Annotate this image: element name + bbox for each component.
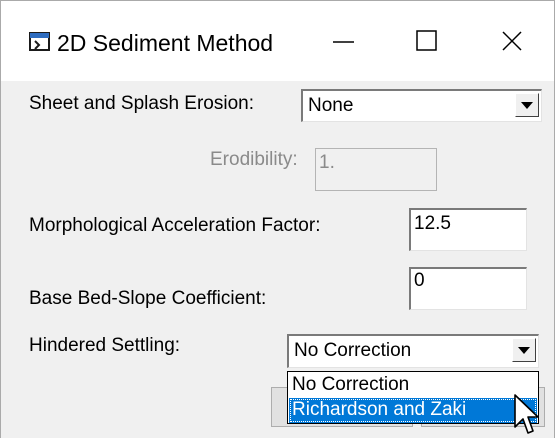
minimize-icon — [333, 41, 354, 43]
sheet-splash-erosion-dropdown[interactable]: None — [301, 89, 542, 122]
morph-accel-factor-field[interactable]: 12.5 — [409, 208, 527, 251]
hindered-settling-dropdown[interactable]: No Correction — [287, 334, 539, 368]
option-no-correction[interactable]: No Correction — [289, 373, 537, 398]
chevron-down-icon — [518, 347, 530, 354]
dialog-window: 2D Sediment Method Sheet and Splash Eros… — [0, 0, 555, 438]
app-window-icon — [29, 32, 51, 52]
title-bar[interactable]: 2D Sediment Method — [1, 1, 554, 81]
window-title: 2D Sediment Method — [57, 30, 274, 56]
chevron-down-icon — [521, 102, 533, 109]
dropdown-arrow-button[interactable] — [515, 93, 539, 117]
bed-slope-coefficient-field[interactable]: 0 — [409, 267, 527, 310]
option-richardson-and-zaki[interactable]: Richardson and Zaki — [289, 398, 537, 423]
morph-accel-factor-label: Morphological Acceleration Factor: — [29, 215, 321, 236]
dropdown-arrow-button[interactable] — [512, 338, 536, 362]
maximize-button[interactable] — [385, 1, 469, 81]
sheet-splash-erosion-label: Sheet and Splash Erosion: — [29, 93, 254, 114]
close-button[interactable] — [470, 1, 554, 81]
mouse-pointer-icon — [514, 394, 539, 434]
erodibility-label: Erodibility: — [210, 149, 298, 170]
hindered-settling-options-list[interactable]: No Correction Richardson and Zaki — [287, 371, 539, 424]
bed-slope-coefficient-label: Base Bed-Slope Coefficient: — [29, 288, 267, 309]
minimize-button[interactable] — [301, 1, 385, 81]
hindered-settling-value: No Correction — [294, 340, 412, 361]
hindered-settling-label: Hindered Settling: — [29, 335, 181, 356]
sheet-splash-erosion-value: None — [308, 95, 354, 116]
erodibility-field: 1. — [315, 148, 437, 191]
maximize-icon — [416, 30, 437, 51]
close-icon — [502, 31, 522, 51]
